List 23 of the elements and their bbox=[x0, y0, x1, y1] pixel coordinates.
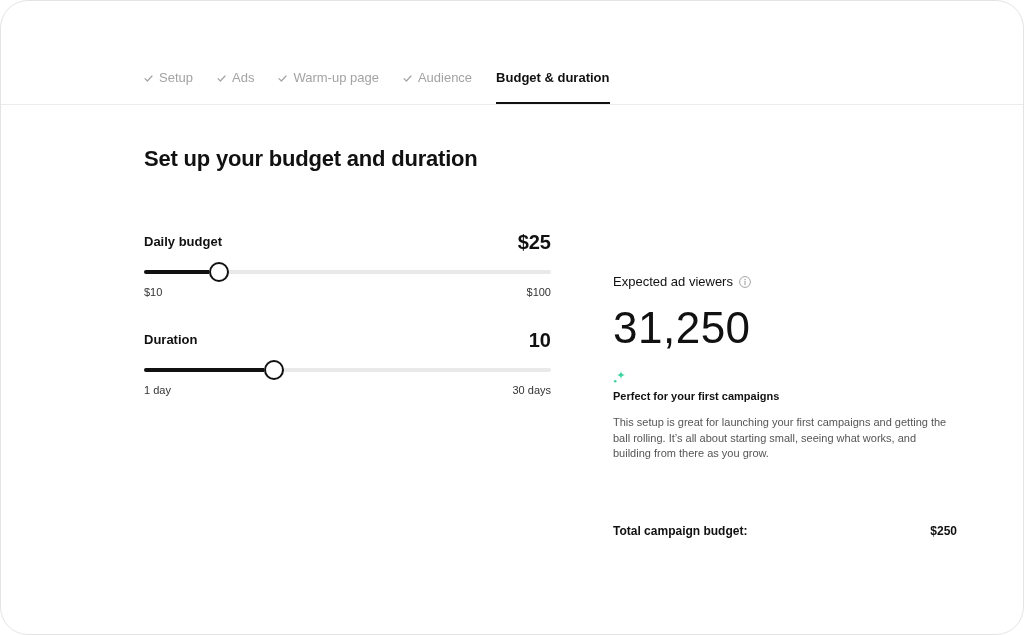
estimate-label: Expected ad viewers bbox=[613, 273, 733, 291]
note-text: This setup is great for launching your first campaigns and getting the ball rolling. It’s all about starting small, seeing what works, and building from there as you grow. bbox=[613, 415, 947, 461]
step-tab[interactable]: Warm-up page bbox=[278, 62, 379, 104]
slider-thumb[interactable] bbox=[208, 262, 229, 282]
viewer-count: 31,250 bbox=[613, 303, 751, 353]
sparkle-icon bbox=[613, 371, 626, 383]
slider-label: Duration bbox=[144, 331, 198, 350]
min-label: $10 bbox=[144, 285, 163, 299]
step-tab[interactable]: Audience bbox=[402, 62, 473, 104]
slider-value: 10 bbox=[528, 328, 551, 353]
page-title: Set up your budget and duration bbox=[144, 145, 478, 173]
total-label: Total campaign budget: bbox=[613, 522, 748, 539]
slider-thumb[interactable] bbox=[263, 360, 284, 380]
step-tab[interactable]: Ads bbox=[217, 62, 255, 104]
note-title: Perfect for your first campaigns bbox=[613, 389, 780, 403]
slider-label: Daily budget bbox=[144, 233, 222, 252]
max-label: $100 bbox=[526, 285, 551, 299]
min-label: 1 day bbox=[144, 383, 171, 397]
slider-value: $25 bbox=[517, 230, 551, 255]
step-tab[interactable]: Setup bbox=[144, 62, 193, 104]
total-value: $250 bbox=[930, 522, 957, 539]
max-label: 30 days bbox=[512, 383, 551, 397]
info-icon bbox=[738, 276, 751, 288]
